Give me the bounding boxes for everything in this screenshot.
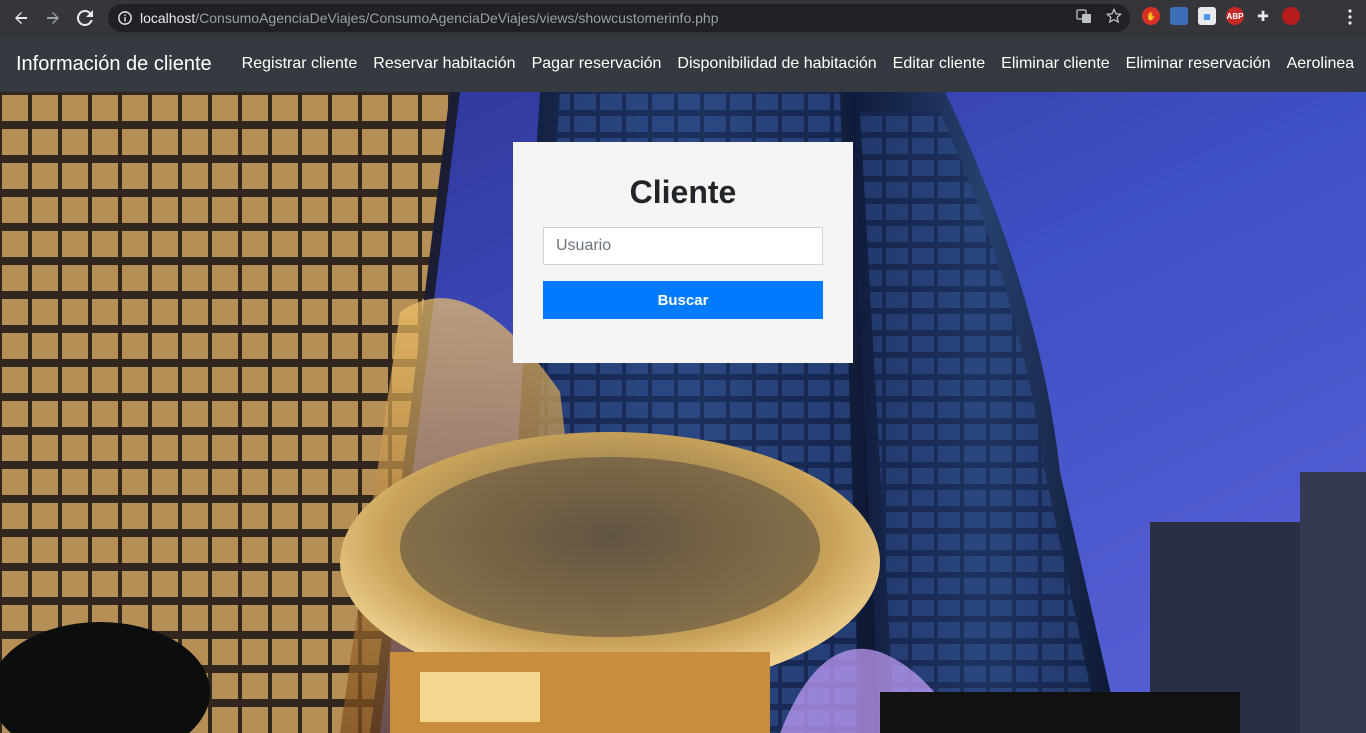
document-extension-icon[interactable]: ▦	[1198, 7, 1216, 25]
browser-toolbar: localhost/ConsumoAgenciaDeViajes/Consumo…	[0, 0, 1366, 36]
nav-link-eliminar-reservacion[interactable]: Eliminar reservación	[1118, 55, 1279, 73]
info-icon[interactable]	[118, 11, 132, 25]
navbar-brand[interactable]: Información de cliente	[16, 53, 212, 76]
adblock-extension-icon[interactable]: ABP	[1226, 7, 1244, 25]
back-arrow-icon[interactable]	[10, 7, 32, 29]
nav-link-disponibilidad[interactable]: Disponibilidad de habitación	[669, 55, 884, 73]
nav-link-eliminar-cliente[interactable]: Eliminar cliente	[993, 55, 1117, 73]
nav-link-reservar-habitacion[interactable]: Reservar habitación	[365, 55, 523, 73]
translate-icon[interactable]	[1076, 8, 1092, 29]
nav-link-editar-cliente[interactable]: Editar cliente	[885, 55, 994, 73]
nav-link-pagar-reservacion[interactable]: Pagar reservación	[524, 55, 670, 73]
card-title: Cliente	[629, 174, 737, 210]
usuario-input[interactable]	[543, 227, 823, 265]
url-text: localhost/ConsumoAgenciaDeViajes/Consumo…	[140, 10, 719, 26]
page-viewport: Información de cliente Registrar cliente…	[0, 36, 1366, 733]
nav-links: Registrar cliente Reservar habitación Pa…	[234, 55, 1363, 73]
screen-extension-icon[interactable]	[1170, 7, 1188, 25]
kebab-menu-icon[interactable]	[1348, 9, 1352, 30]
customer-search-card: Cliente Buscar	[513, 142, 853, 363]
top-navbar: Información de cliente Registrar cliente…	[0, 36, 1366, 92]
nav-link-registrar-cliente[interactable]: Registrar cliente	[234, 55, 366, 73]
bookmark-star-icon[interactable]	[1105, 7, 1123, 29]
address-bar[interactable]: localhost/ConsumoAgenciaDeViajes/Consumo…	[108, 4, 1130, 32]
forward-arrow-icon[interactable]	[42, 7, 64, 29]
buscar-button[interactable]: Buscar	[543, 281, 823, 319]
shield-extension-icon[interactable]: ✋	[1142, 7, 1160, 25]
nav-link-aerolinea[interactable]: Aerolinea	[1279, 55, 1363, 73]
puzzle-extensions-icon[interactable]: ✚	[1254, 7, 1272, 25]
profile-avatar[interactable]	[1282, 7, 1300, 25]
reload-icon[interactable]	[74, 7, 96, 29]
